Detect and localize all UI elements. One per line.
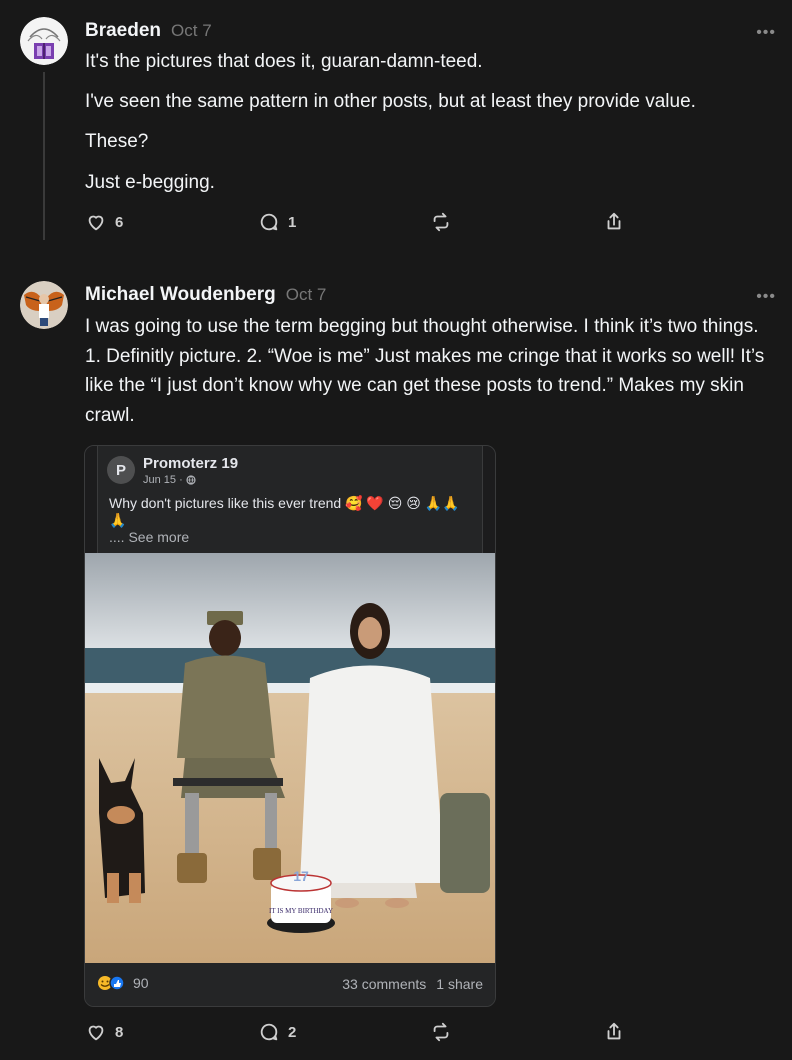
- avatar[interactable]: [20, 281, 68, 329]
- heart-icon: [88, 1025, 104, 1041]
- embed-stats: 33 comments 1 share: [342, 976, 483, 992]
- see-more-link: .... See more: [109, 529, 190, 545]
- globe-icon: [186, 475, 196, 485]
- share-button[interactable]: [603, 1021, 625, 1043]
- like-button[interactable]: 8: [85, 1021, 123, 1043]
- embed-footer: 90 33 comments 1 share: [85, 963, 495, 1006]
- reaction-count: 90: [133, 975, 149, 991]
- comment-icon: [260, 1023, 278, 1041]
- embed-date-text: Jun 15 ·: [143, 474, 183, 486]
- reaction-summary: 90: [97, 975, 149, 991]
- reaction-emoji-icon: [98, 975, 125, 991]
- reply-count: 2: [288, 1023, 297, 1041]
- reply-post-michael: Michael Woudenberg Oct 7 ••• I was going…: [0, 0, 792, 1060]
- post-actions: 8 2: [85, 1021, 645, 1047]
- beach-photo: 17 IT IS MY BIRTHDAY: [85, 553, 495, 963]
- author-name[interactable]: Michael Woudenberg: [85, 284, 276, 306]
- page-name: Promoterz 19: [143, 455, 239, 472]
- repost-button[interactable]: [430, 1021, 452, 1043]
- post-body: I was going to use the term begging but …: [85, 316, 765, 426]
- page-avatar: P: [107, 456, 135, 484]
- post-time[interactable]: Oct 7: [286, 285, 327, 305]
- reply-button[interactable]: 2: [258, 1021, 296, 1043]
- more-options-button[interactable]: •••: [756, 288, 776, 306]
- comment-count: 33 comments: [342, 976, 427, 992]
- share-count: 1 share: [436, 976, 483, 992]
- avatar-image: [20, 281, 68, 329]
- like-count: 8: [115, 1023, 124, 1041]
- cake-number: 17: [293, 868, 309, 884]
- repost-icon: [433, 1022, 449, 1042]
- embedded-image[interactable]: P Promoterz 19 Jun 15 · Why don't pictur…: [84, 445, 496, 1007]
- embed-caption: Why don't pictures like this ever trend …: [109, 495, 460, 528]
- embed-date: Jun 15 ·: [143, 474, 196, 486]
- embed-header: P Promoterz 19 Jun 15 · Why don't pictur…: [85, 446, 495, 553]
- cake-text: IT IS MY BIRTHDAY: [269, 907, 333, 915]
- share-icon: [607, 1022, 621, 1040]
